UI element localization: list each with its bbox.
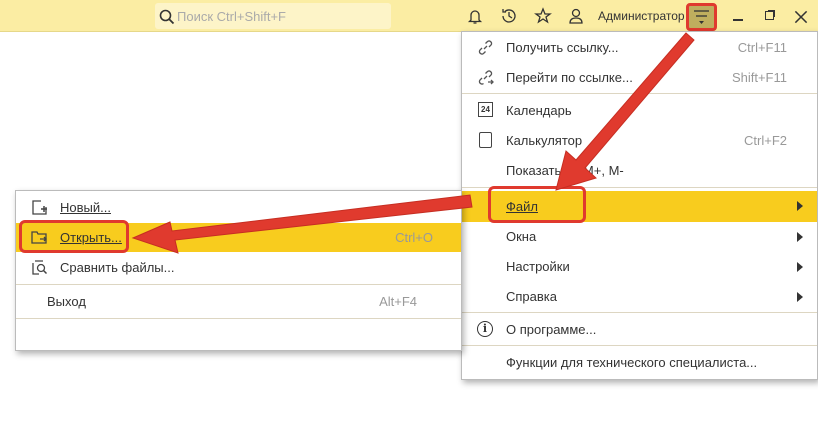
annotation-arrows (131, 32, 695, 254)
arrow-to-file (555, 32, 695, 191)
arrow-to-open (131, 194, 473, 254)
